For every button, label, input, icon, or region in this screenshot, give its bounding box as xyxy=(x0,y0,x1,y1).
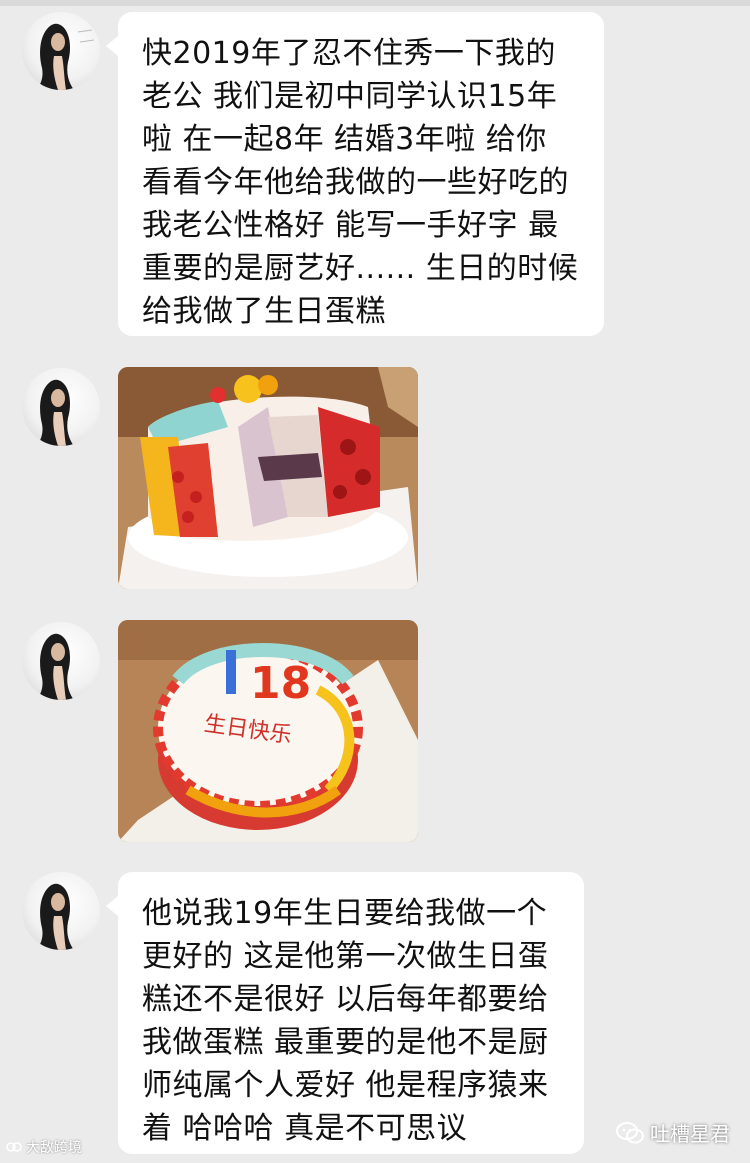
watermark-logo-icon xyxy=(6,1142,22,1152)
message-line: 我老公性格好 能写一手好字 最 xyxy=(142,208,559,243)
avatar-portrait-icon xyxy=(36,379,74,446)
avatar[interactable] xyxy=(22,622,100,700)
message-line: 给我做了生日蛋糕 xyxy=(142,294,386,329)
watermark-left: 大敌跨境 xyxy=(6,1137,82,1157)
message-line: 他说我19年生日要给我做一个 xyxy=(142,896,548,931)
wechat-icon xyxy=(616,1121,644,1143)
message-line: 糕还不是很好 以后每年都要给 xyxy=(142,982,549,1017)
avatar-portrait-icon xyxy=(36,633,74,700)
avatar-portrait-icon xyxy=(36,883,74,950)
avatar-portrait-icon xyxy=(36,23,95,90)
message-line: 着 哈哈哈 真是不可思议 xyxy=(142,1111,468,1146)
message-line: 我做蛋糕 最重要的是他不是厨 xyxy=(142,1025,549,1060)
message-line: 更好的 这是他第一次做生日蛋 xyxy=(142,939,549,974)
cake-number: 18 xyxy=(250,658,311,709)
message-line: 老公 我们是初中同学认识15年 xyxy=(142,79,558,114)
cut-cake-photo[interactable] xyxy=(118,367,418,589)
avatar[interactable] xyxy=(22,368,100,446)
message-line: 啦 在一起8年 结婚3年啦 给你 xyxy=(142,122,547,157)
avatar[interactable] xyxy=(22,872,100,950)
birthday-cake-photo[interactable]: 18 生日快乐 xyxy=(118,620,418,842)
message-bubble[interactable]: 他说我19年生日要给我做一个 更好的 这是他第一次做生日蛋 糕还不是很好 以后每… xyxy=(106,872,584,1154)
message-line: 重要的是厨艺好...... 生日的时候 xyxy=(142,251,579,286)
message-bubble[interactable]: 快2019年了忍不住秀一下我的 老公 我们是初中同学认识15年 啦 在一起8年 … xyxy=(106,12,604,336)
message-line: 师纯属个人爱好 他是程序猿来 xyxy=(142,1068,549,1103)
message-line: 快2019年了忍不住秀一下我的 xyxy=(142,36,556,71)
clipped-top-area xyxy=(0,0,750,6)
watermark-right-text: 吐槽星君 xyxy=(650,1122,730,1146)
candle-one-shape xyxy=(226,650,236,694)
watermark-left-text: 大敌跨境 xyxy=(26,1140,82,1156)
watermark-right: 吐槽星君 xyxy=(616,1118,730,1147)
avatar[interactable] xyxy=(22,12,100,90)
message-line: 看看今年他给我做的一些好吃的 xyxy=(142,165,569,200)
